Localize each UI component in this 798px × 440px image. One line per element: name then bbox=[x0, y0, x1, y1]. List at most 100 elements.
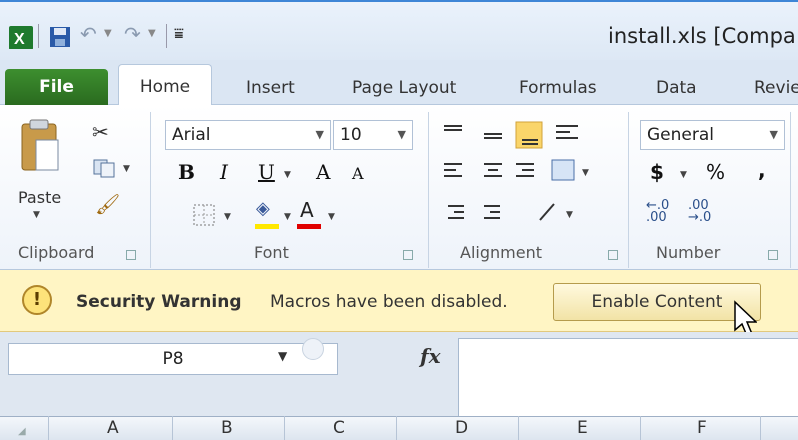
copy-icon[interactable] bbox=[92, 158, 118, 178]
font-size-value: 10 bbox=[340, 125, 362, 145]
align-right-button[interactable] bbox=[516, 160, 538, 184]
fill-color-dropdown-icon[interactable]: ▼ bbox=[284, 212, 291, 222]
column-separator bbox=[396, 416, 397, 440]
redo-dropdown-icon[interactable]: ▼ bbox=[148, 28, 156, 39]
merge-dropdown-icon[interactable]: ▼ bbox=[582, 168, 589, 178]
decrease-decimal-icon[interactable]: .00 →.0 bbox=[688, 199, 711, 224]
security-warning-title: Security Warning bbox=[76, 292, 242, 312]
name-box-dropdown-icon[interactable]: ▼ bbox=[278, 349, 287, 363]
clipboard-dialog-launcher-icon[interactable] bbox=[126, 250, 136, 260]
fill-color-icon[interactable]: ◈ bbox=[256, 198, 270, 219]
clipboard-group-label: Clipboard bbox=[18, 243, 95, 262]
column-separator bbox=[172, 416, 173, 440]
bold-button[interactable]: B bbox=[178, 160, 195, 184]
increase-decimal-icon[interactable]: ←.0.00 bbox=[646, 199, 669, 224]
insert-function-icon[interactable]: fx bbox=[420, 344, 441, 368]
top-align-button[interactable] bbox=[444, 120, 466, 144]
tab-home[interactable]: Home bbox=[118, 64, 212, 106]
group-separator bbox=[428, 112, 429, 268]
paste-dropdown-icon[interactable]: ▼ bbox=[33, 210, 40, 220]
cancel-icon[interactable] bbox=[302, 338, 324, 360]
tab-page-layout[interactable]: Page Layout bbox=[352, 78, 456, 98]
group-separator bbox=[628, 112, 629, 268]
tab-review[interactable]: Revie bbox=[754, 78, 798, 98]
undo-dropdown-icon[interactable]: ▼ bbox=[104, 28, 112, 39]
borders-dropdown-icon[interactable]: ▼ bbox=[224, 212, 231, 222]
currency-dropdown-icon[interactable]: ▼ bbox=[680, 170, 687, 180]
column-header-d[interactable]: D bbox=[455, 418, 468, 438]
underline-dropdown-icon[interactable]: ▼ bbox=[284, 170, 291, 180]
align-left-button[interactable] bbox=[444, 160, 466, 184]
underline-button[interactable]: U bbox=[258, 160, 275, 184]
window-title: install.xls [Compa bbox=[608, 24, 796, 48]
column-header-f[interactable]: F bbox=[697, 418, 707, 438]
title-bar: X ↶ ▼ ↷ ▼ ⩸ install.xls [Compa bbox=[0, 0, 798, 60]
font-color-button[interactable]: A bbox=[300, 198, 314, 222]
comma-button[interactable]: , bbox=[758, 158, 766, 182]
alignment-dialog-launcher-icon[interactable] bbox=[608, 250, 618, 260]
tab-formulas[interactable]: Formulas bbox=[519, 78, 597, 98]
column-separator bbox=[284, 416, 285, 440]
separator bbox=[166, 24, 167, 48]
paste-icon[interactable] bbox=[20, 118, 60, 174]
paste-label[interactable]: Paste bbox=[18, 188, 61, 207]
font-group-label: Font bbox=[254, 243, 289, 262]
chevron-down-icon[interactable]: ▼ bbox=[316, 121, 324, 149]
svg-text:X: X bbox=[14, 31, 25, 48]
center-button[interactable] bbox=[484, 160, 506, 184]
select-all-icon[interactable]: ◢ bbox=[18, 426, 26, 437]
alignment-group-label: Alignment bbox=[460, 243, 542, 262]
decrease-indent-button[interactable] bbox=[444, 200, 470, 224]
font-size-combo[interactable]: 10 ▼ bbox=[333, 120, 413, 150]
number-format-value: General bbox=[647, 125, 714, 145]
shrink-font-button[interactable]: A bbox=[352, 164, 364, 183]
grow-font-button[interactable]: A bbox=[316, 160, 330, 184]
orientation-dropdown-icon[interactable]: ▼ bbox=[566, 210, 573, 220]
group-separator bbox=[790, 112, 791, 268]
save-icon[interactable] bbox=[48, 25, 72, 49]
tab-file[interactable]: File bbox=[5, 69, 108, 105]
merge-center-button[interactable] bbox=[552, 160, 578, 184]
tab-data[interactable]: Data bbox=[656, 78, 697, 98]
chevron-down-icon[interactable]: ▼ bbox=[770, 121, 778, 149]
separator bbox=[38, 24, 39, 48]
number-dialog-launcher-icon[interactable] bbox=[768, 250, 778, 260]
number-group-label: Number bbox=[656, 243, 721, 262]
column-separator bbox=[760, 416, 761, 440]
column-header-e[interactable]: E bbox=[577, 418, 588, 438]
font-name-value: Arial bbox=[172, 125, 211, 145]
group-separator bbox=[150, 112, 151, 268]
tab-insert[interactable]: Insert bbox=[246, 78, 295, 98]
format-painter-icon[interactable]: 🖌 bbox=[95, 192, 120, 216]
warning-icon: ! bbox=[22, 285, 52, 315]
italic-button[interactable]: I bbox=[220, 160, 228, 184]
middle-align-button[interactable] bbox=[484, 120, 506, 144]
column-header-c[interactable]: C bbox=[333, 418, 345, 438]
cut-icon[interactable]: ✂ bbox=[92, 120, 109, 144]
redo-icon[interactable]: ↷ bbox=[124, 22, 141, 46]
column-header-a[interactable]: A bbox=[107, 418, 119, 438]
number-format-combo[interactable]: General ▼ bbox=[640, 120, 785, 150]
borders-icon[interactable] bbox=[192, 203, 218, 227]
font-name-combo[interactable]: Arial ▼ bbox=[165, 120, 331, 150]
enable-content-button[interactable]: Enable Content bbox=[553, 283, 761, 321]
undo-icon[interactable]: ↶ bbox=[80, 22, 97, 46]
formula-input[interactable] bbox=[458, 338, 798, 416]
wrap-text-button[interactable] bbox=[556, 120, 580, 144]
percent-button[interactable]: % bbox=[706, 160, 725, 184]
fill-color-bar bbox=[255, 224, 279, 229]
font-dialog-launcher-icon[interactable] bbox=[403, 250, 413, 260]
currency-button[interactable]: $ bbox=[650, 160, 664, 184]
column-header-b[interactable]: B bbox=[221, 418, 233, 438]
font-color-dropdown-icon[interactable]: ▼ bbox=[328, 212, 335, 222]
bottom-align-button[interactable] bbox=[516, 120, 544, 148]
increase-indent-button[interactable] bbox=[480, 200, 506, 224]
copy-dropdown-icon[interactable]: ▼ bbox=[123, 164, 130, 174]
excel-icon[interactable]: X bbox=[8, 25, 34, 49]
name-box[interactable]: P8 bbox=[8, 343, 338, 375]
orientation-button[interactable] bbox=[536, 200, 562, 224]
security-warning-message: Macros have been disabled. bbox=[270, 292, 508, 312]
customize-toolbar-icon[interactable]: ⩸ bbox=[174, 24, 184, 44]
chevron-down-icon[interactable]: ▼ bbox=[398, 121, 406, 149]
column-separator bbox=[48, 416, 49, 440]
